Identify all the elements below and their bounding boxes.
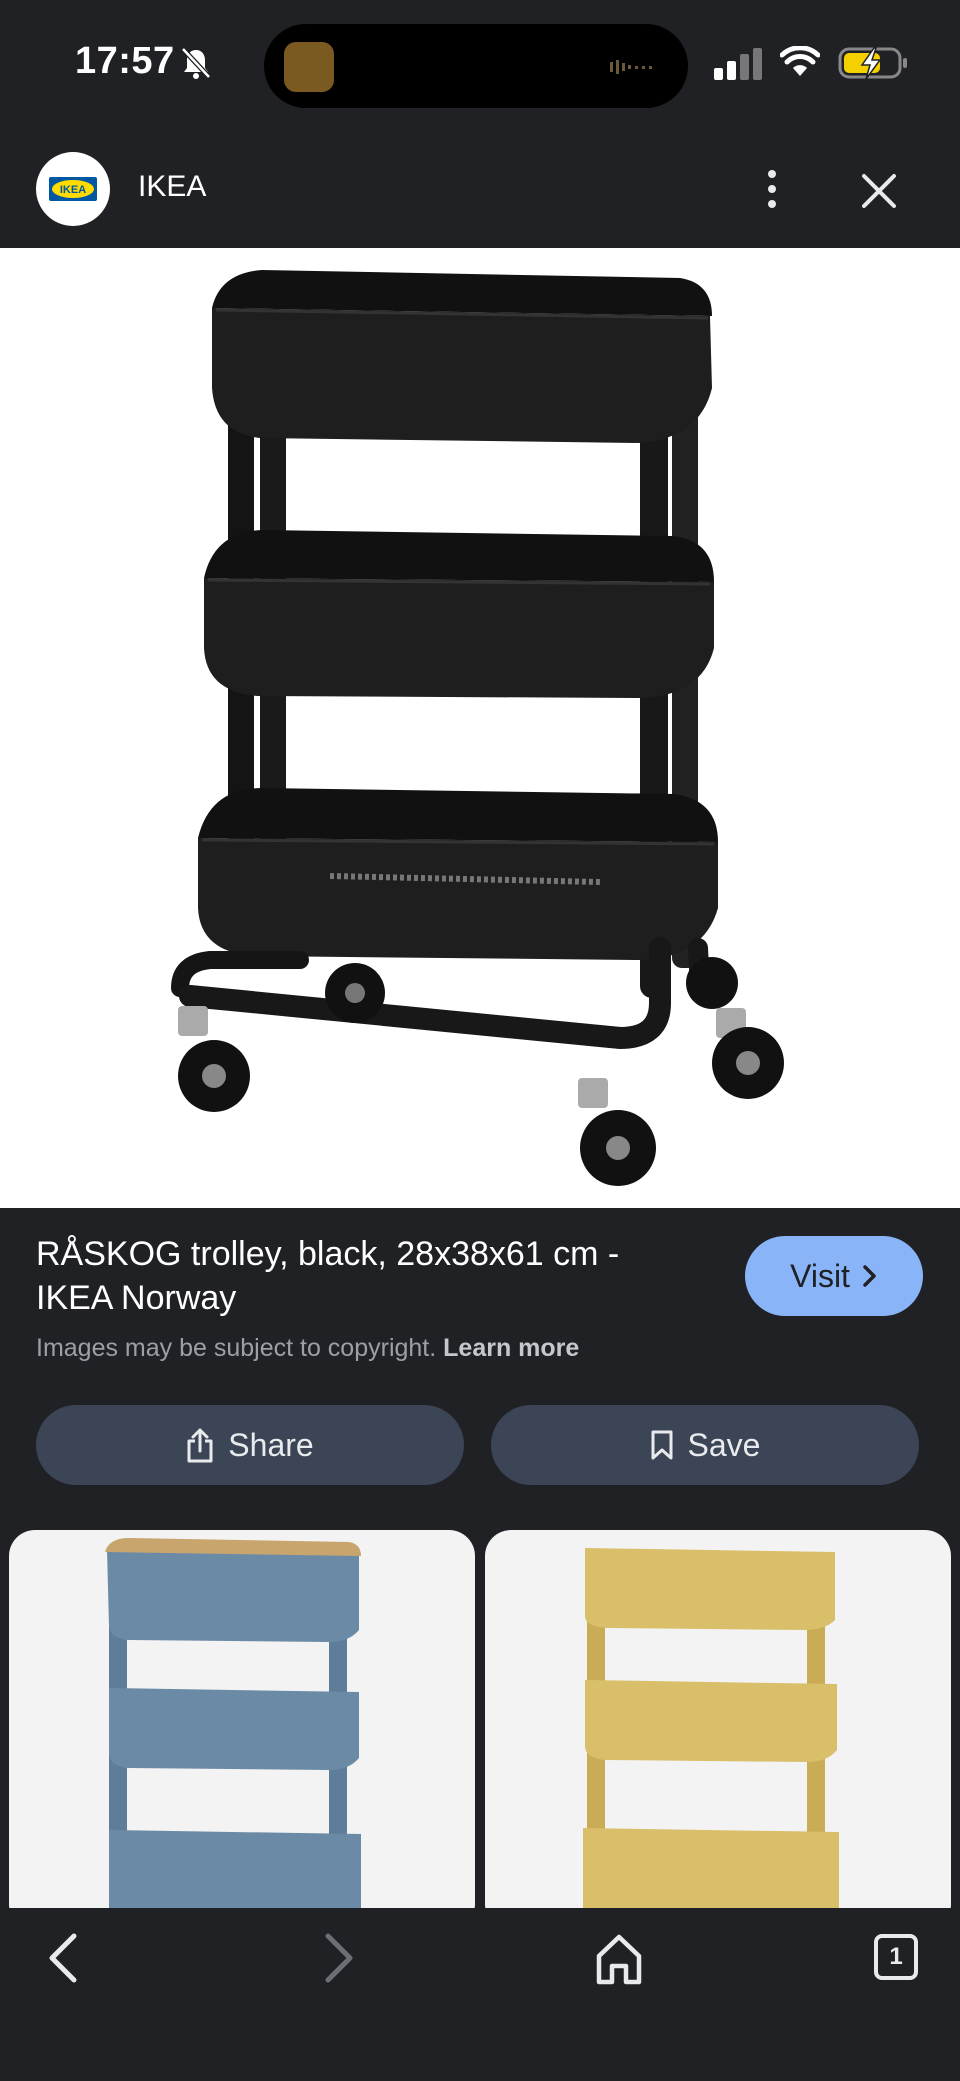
copyright-text: Images may be subject to copyright. [36,1334,437,1362]
share-button[interactable]: Share [36,1405,464,1485]
cellular-signal-icon [714,48,762,80]
save-label: Save [687,1426,761,1463]
tab-count: 1 [889,1943,903,1970]
forward-icon[interactable] [318,1930,358,1986]
learn-more-link[interactable]: Learn more [443,1334,579,1362]
bookmark-icon [651,1430,673,1460]
app-thumbnail-icon [284,42,334,92]
tabs-button[interactable]: 1 [874,1934,918,1980]
bell-muted-icon [181,47,211,79]
blue-trolley-thumbnail [105,1538,361,1908]
more-options-icon[interactable] [756,166,788,212]
share-icon [187,1428,213,1463]
related-images-grid [0,1530,960,1908]
close-icon[interactable] [856,168,902,214]
browser-bottom-nav: 1 [0,1908,960,2081]
related-image-card[interactable] [9,1530,475,1908]
caster-wheel [178,1006,250,1112]
dynamic-island [264,24,688,108]
audio-wave-icon [610,60,652,74]
status-time: 17:57 [75,40,175,82]
ikea-logo-icon: IKEA [49,177,97,201]
visit-button[interactable]: Visit [745,1236,923,1316]
result-title[interactable]: RÅSKOG trolley, black, 28x38x61 cm - IKE… [36,1232,656,1320]
share-label: Share [228,1426,314,1463]
product-image[interactable] [0,248,960,1208]
site-favicon[interactable]: IKEA [36,152,110,226]
status-bar: 17:57 [0,0,960,130]
related-image-card[interactable] [485,1530,951,1908]
visit-label: Visit [790,1257,850,1294]
yellow-trolley-thumbnail [583,1548,839,1908]
trolley-illustration [171,270,784,1186]
result-info: RÅSKOG trolley, black, 28x38x61 cm - IKE… [0,1208,960,1368]
chevron-right-icon [863,1265,876,1287]
home-icon[interactable] [594,1932,644,1986]
viewer-top-bar: IKEA IKEA [0,130,960,248]
back-icon[interactable] [44,1930,84,1986]
svg-text:IKEA: IKEA [60,184,86,196]
copyright-notice: Images may be subject to copyright. Lear… [36,1334,579,1363]
wifi-icon [780,46,820,76]
save-button[interactable]: Save [491,1405,919,1485]
site-name[interactable]: IKEA [138,170,206,204]
battery-charging-icon [838,47,907,80]
